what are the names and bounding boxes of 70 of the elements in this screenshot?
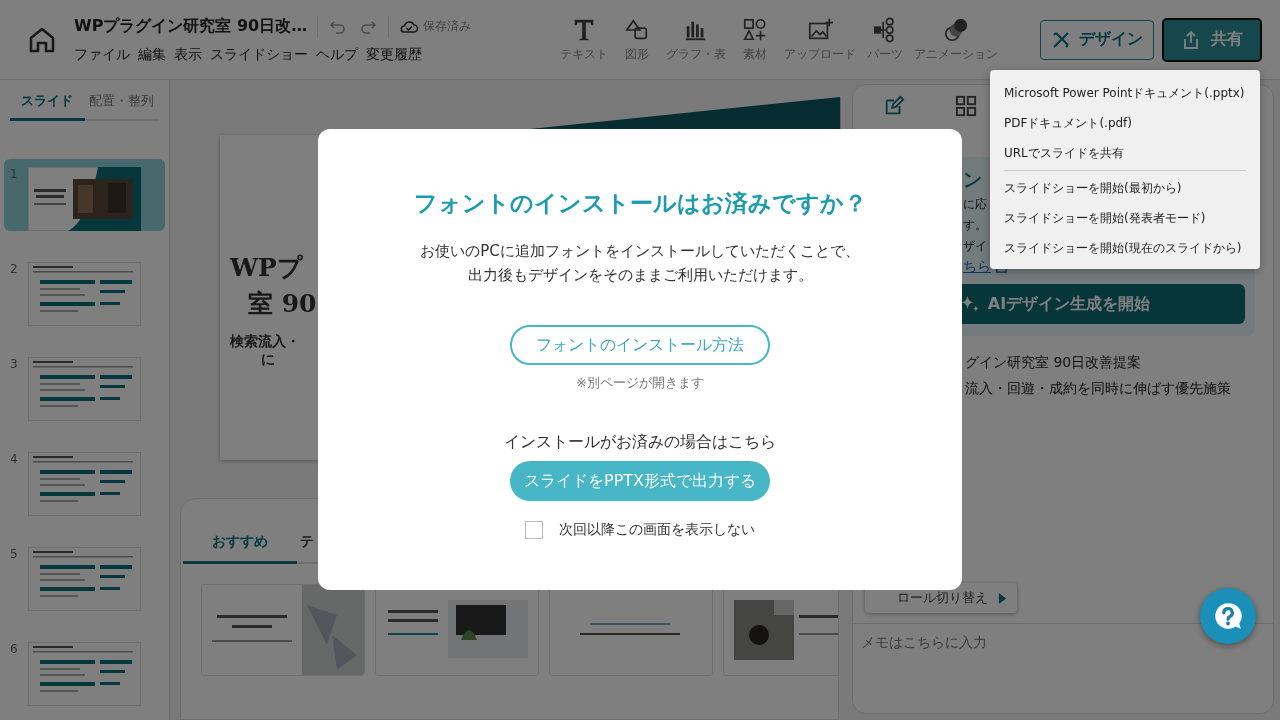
slide-text[interactable]: 流入・回遊・成約を同時に伸ばす優先施策 [965,380,1231,398]
memo-field[interactable]: メモはこちらに入力 [853,623,1273,713]
slide-number: 1 [10,167,19,181]
slide-list-item[interactable]: 2 [4,254,165,326]
slide-thumbnail[interactable] [28,547,141,611]
card-text: に応 [963,196,987,213]
menu-item[interactable]: ファイル [74,45,130,64]
menu-item[interactable]: 表示 [174,45,202,64]
template-tab[interactable]: おすすめ [183,529,297,564]
slide-list-item[interactable]: 1 [4,159,165,231]
slide-subtitle-text[interactable]: 検索流入・ [230,332,300,350]
slide-text[interactable]: グイン研究室 90日改善提案 [965,354,1142,372]
slide-list-item[interactable]: 5 [4,539,165,611]
card-text: す。 [963,217,987,234]
export-button[interactable]: スライドをPPTX形式で出力する [510,461,770,501]
template-thumbnail[interactable] [201,584,365,676]
sidebar-tab[interactable]: スライド [10,88,85,121]
slide-number: 5 [10,547,19,561]
card-text: ザイ [963,238,987,255]
checkbox-label[interactable]: 次回以降この画面を表示しない [559,521,755,539]
installed-text: インストールがお済みの場合はこちら [504,432,776,453]
slide-thumbnail[interactable] [28,357,141,421]
dialog-description: 出力後もデザインをそのままご利用いただけます。 [467,265,813,286]
install-guide-button[interactable]: フォントのインストール方法 [510,325,770,365]
slide-list-item[interactable]: 3 [4,349,165,421]
slide-list-item[interactable]: 4 [4,444,165,516]
design-button[interactable]: デザイン [1040,19,1154,60]
menu-item[interactable]: PDFドキュメント(.pdf) [1004,108,1132,138]
slide-thumbnail[interactable] [28,167,141,231]
tools-icon [1051,29,1071,50]
circles-icon[interactable] [943,16,969,43]
share-icon [1181,29,1201,50]
toggle-label[interactable]: ロール切り替え [897,589,988,607]
question-bubble-icon [1212,600,1244,632]
play-icon[interactable] [998,591,1007,605]
template-tab[interactable]: テ [300,529,314,564]
share-button[interactable]: 共有 [1162,17,1262,62]
menu-item[interactable]: スライドショーを開始(最初から) [1004,173,1182,203]
slide-thumbnail[interactable] [28,452,141,516]
menu-item[interactable]: ヘルプ [316,45,358,64]
tool-label[interactable]: 素材 [743,45,767,63]
edit-icon[interactable] [883,95,905,117]
menu-item[interactable]: Microsoft Power Pointドキュメント(.pptx) [1004,78,1245,108]
slide-list-item[interactable]: 6 [4,634,165,706]
slide-number: 2 [10,262,19,276]
note-text: ※別ページが開きます [576,374,704,392]
save-status: 保存済み [423,18,472,35]
dialog-description: お使いのPCに追加フォントをインストールしていただくことで、 [420,241,860,262]
slide-thumbnail[interactable] [28,262,141,326]
slide-number: 4 [10,452,19,466]
link[interactable]: ちら [963,258,991,276]
document-title[interactable]: WPプラグイン研究室 90日改… [74,16,308,37]
menu-item[interactable]: URLでスライドを共有 [1004,138,1124,168]
menu-item[interactable]: スライドショーを開始(発表者モード) [1004,203,1206,233]
grid-icon[interactable] [955,95,977,117]
slide-title-text[interactable]: WPプ [230,250,303,286]
dialog-title: フォントのインストールはお済みですか？ [413,189,867,218]
card-heading: ン [963,167,982,192]
slide-number: 6 [10,642,19,656]
checkbox[interactable] [525,521,543,539]
slide-title-text[interactable]: 室 90 [248,286,317,322]
slide-thumbnail[interactable] [28,642,141,706]
slide-number: 3 [10,357,19,371]
elements-icon[interactable] [742,16,768,43]
sidebar-tab[interactable]: 配置・整列 [84,88,159,121]
menu-item[interactable]: 変更履歴 [366,45,422,64]
menu-item[interactable]: スライドショーを開始(現在のスライドから) [1004,233,1242,263]
menu-item[interactable]: スライドショー [210,45,308,64]
menu-item[interactable]: 編集 [138,45,166,64]
slide-subtitle-text[interactable]: に [261,350,275,368]
